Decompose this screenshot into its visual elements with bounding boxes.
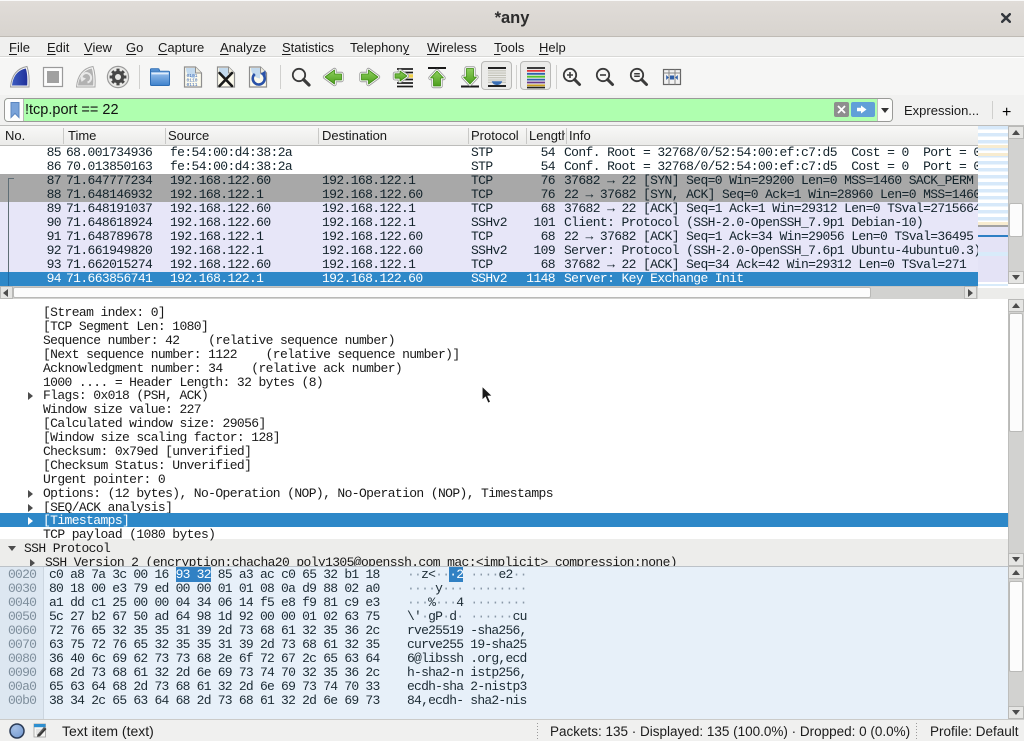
svg-text:0111: 0111 bbox=[187, 82, 198, 88]
